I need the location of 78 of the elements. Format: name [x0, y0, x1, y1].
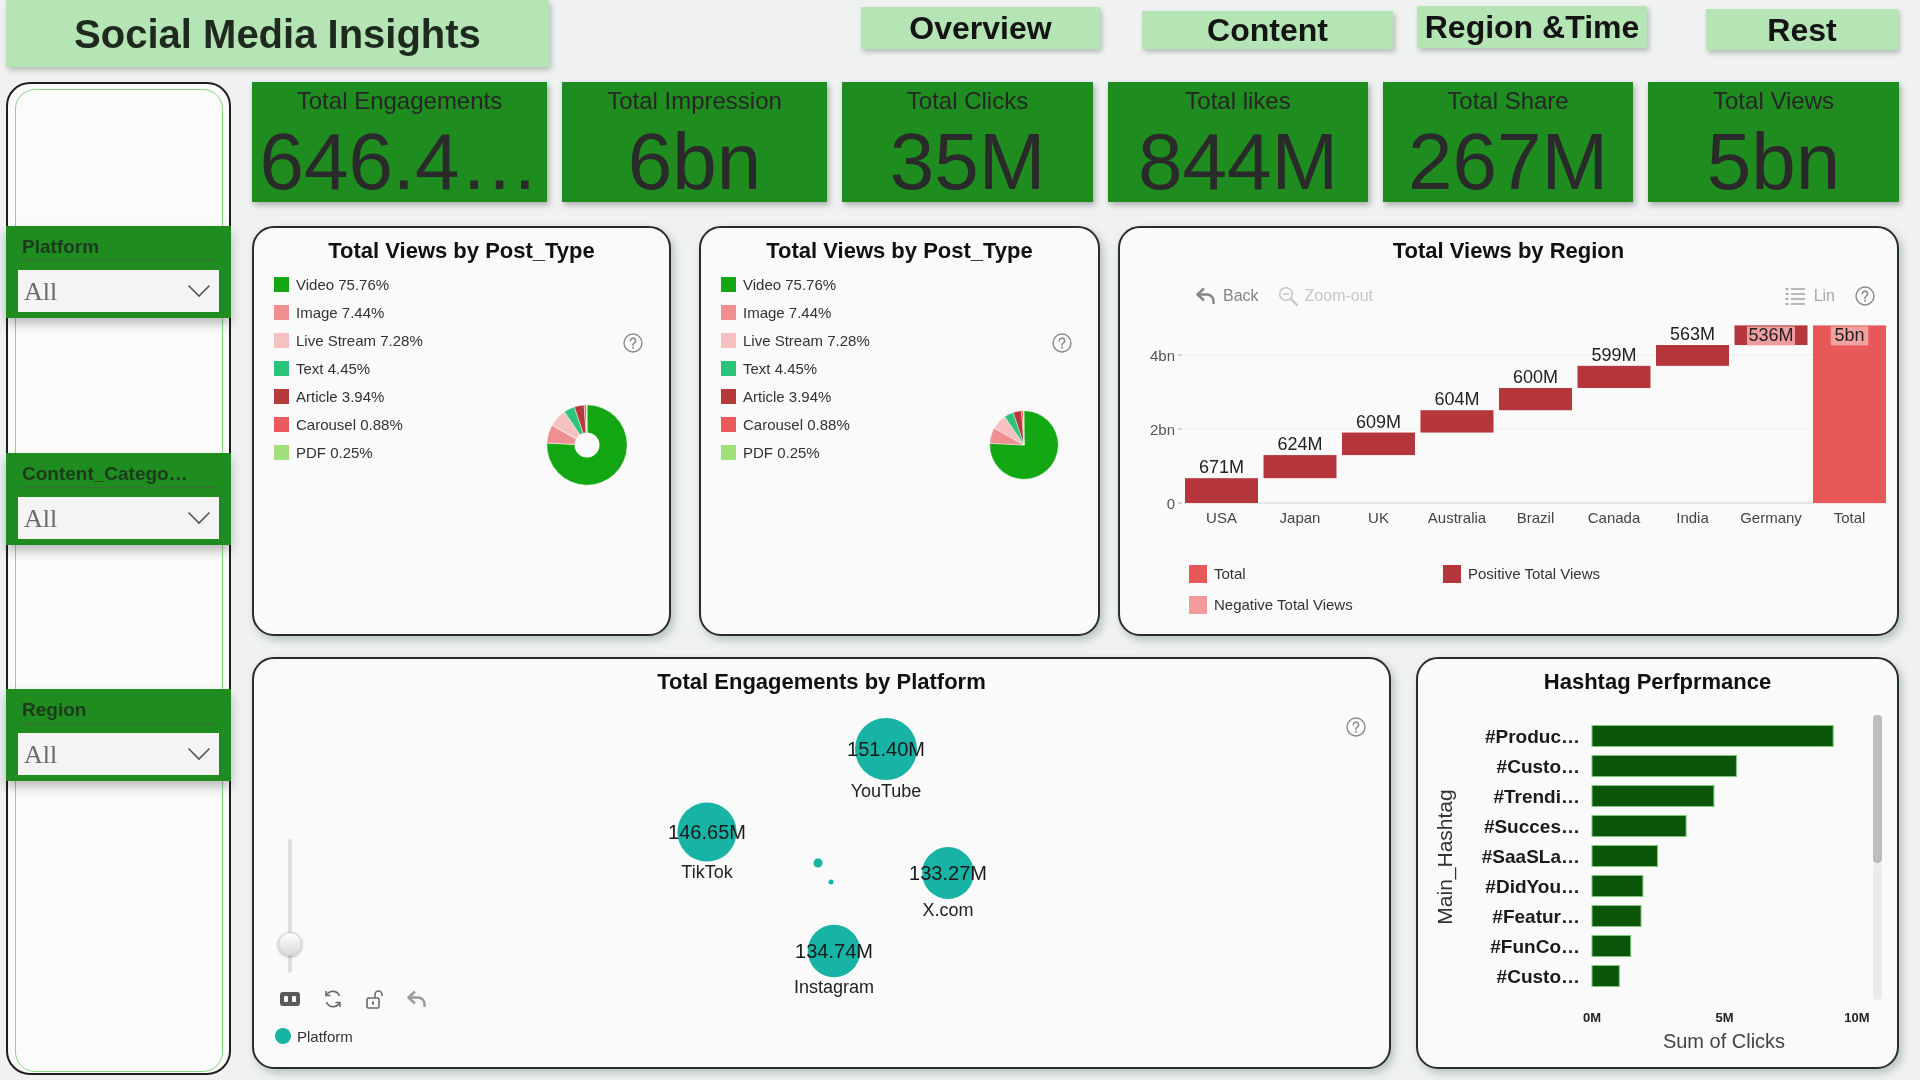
data-label: 563M: [1670, 324, 1715, 344]
point-label: X.com: [922, 900, 974, 920]
data-label: 536M: [1747, 325, 1795, 346]
chart-title: Total Views by Post_Type: [766, 237, 1033, 265]
kpi-label: Total Clicks: [906, 86, 1029, 116]
axis-label: #Custo…: [1496, 965, 1580, 987]
data-label: 671M: [1199, 457, 1244, 478]
data-label: 604M: [1434, 389, 1480, 410]
axis-label: Germany: [1740, 508, 1802, 526]
tick-label: 0M: [1582, 1009, 1602, 1025]
axis-label: #DidYou…: [1485, 875, 1580, 897]
kpi-value: 267M: [1407, 122, 1609, 202]
kpi-label: Total Views: [1713, 86, 1834, 116]
kpi-value: 35M: [889, 122, 1046, 202]
dashboard-title: Social Media Insights: [6, 0, 549, 67]
data-label: 609M: [1356, 411, 1401, 432]
axis-title: Main_Hashtag: [1432, 789, 1456, 925]
axis-label: #Custo…: [1496, 755, 1580, 777]
kpi-label: Total likes: [1185, 86, 1291, 116]
tick-label: 5M: [1715, 1009, 1734, 1025]
axis-label: Total: [1833, 508, 1866, 526]
legend-label: Text 4.45%: [743, 360, 818, 376]
legend-label: Video 75.76%: [296, 276, 390, 292]
legend-label: Video 75.76%: [743, 276, 837, 292]
axis-title: Sum of Clicks: [1662, 1030, 1786, 1052]
tick-label: 10M: [1844, 1009, 1870, 1025]
kpi-value: 646.4…: [259, 122, 540, 202]
filter-label: Content_Catego…: [22, 462, 188, 486]
axis-label: India: [1676, 508, 1709, 526]
legend-label: PDF 0.25%: [296, 444, 373, 460]
axis-label: #Produc…: [1484, 725, 1580, 747]
legend-label: Image 7.44%: [296, 304, 385, 320]
tick-label: 2bn: [1149, 420, 1175, 438]
data-label: 624M: [1277, 434, 1323, 455]
chart-title: Total Engagements by Platform: [657, 668, 986, 696]
axis-label: UK: [1368, 508, 1389, 526]
axis-label: Australia: [1427, 508, 1487, 526]
axis-label: #FunCo…: [1490, 935, 1580, 957]
filter-label: Platform: [22, 235, 100, 259]
axis-label: #Featur…: [1492, 905, 1580, 927]
legend-label: Positive Total Views: [1468, 566, 1600, 581]
data-label: 600M: [1513, 367, 1558, 387]
data-label: 599M: [1591, 344, 1637, 365]
legend-label: Platform: [297, 1028, 353, 1044]
kpi-label: Total Share: [1447, 86, 1569, 116]
legend-label: Negative Total Views: [1214, 597, 1353, 612]
chart-title: Hashtag Perfprmance: [1543, 668, 1772, 696]
axis-label: USA: [1206, 508, 1237, 526]
legend-label: PDF 0.25%: [743, 444, 820, 460]
filter-label: Region: [22, 698, 87, 722]
legend-label: Live Stream 7.28%: [296, 332, 423, 348]
kpi-value: 5bn: [1706, 122, 1841, 202]
axis-label: #SaaSLa…: [1481, 845, 1580, 867]
point-label: Instagram: [794, 977, 874, 997]
chart-title: Total Views by Post_Type: [328, 237, 595, 265]
axis-label: Brazil: [1516, 508, 1555, 526]
legend-label: Text 4.45%: [296, 360, 371, 376]
point-label: TikTok: [681, 862, 733, 882]
kpi-label: Total Impression: [607, 86, 782, 116]
point-label: YouTube: [850, 781, 922, 801]
axis-label: Japan: [1279, 508, 1321, 526]
legend-label: Image 7.44%: [743, 304, 832, 320]
legend-label: Carousel 0.88%: [743, 416, 850, 432]
chart-title: Total Views by Region: [1392, 237, 1625, 265]
legend-label: Article 3.94%: [296, 388, 385, 404]
kpi-value: 6bn: [627, 122, 762, 202]
axis-label: Canada: [1587, 508, 1641, 526]
tick-label: 4bn: [1149, 346, 1175, 364]
axis-label: #Trendi…: [1493, 785, 1580, 807]
legend-label: Carousel 0.88%: [296, 416, 403, 432]
kpi-value: 844M: [1137, 122, 1339, 202]
legend-label: Total: [1214, 566, 1246, 581]
data-label: 5bn: [1830, 325, 1869, 346]
axis-label: #Succes…: [1483, 815, 1580, 837]
legend-label: Live Stream 7.28%: [743, 332, 870, 348]
tick-label: 0: [1166, 494, 1175, 512]
kpi-label: Total Engagements: [296, 86, 503, 116]
legend-label: Article 3.94%: [743, 388, 832, 404]
